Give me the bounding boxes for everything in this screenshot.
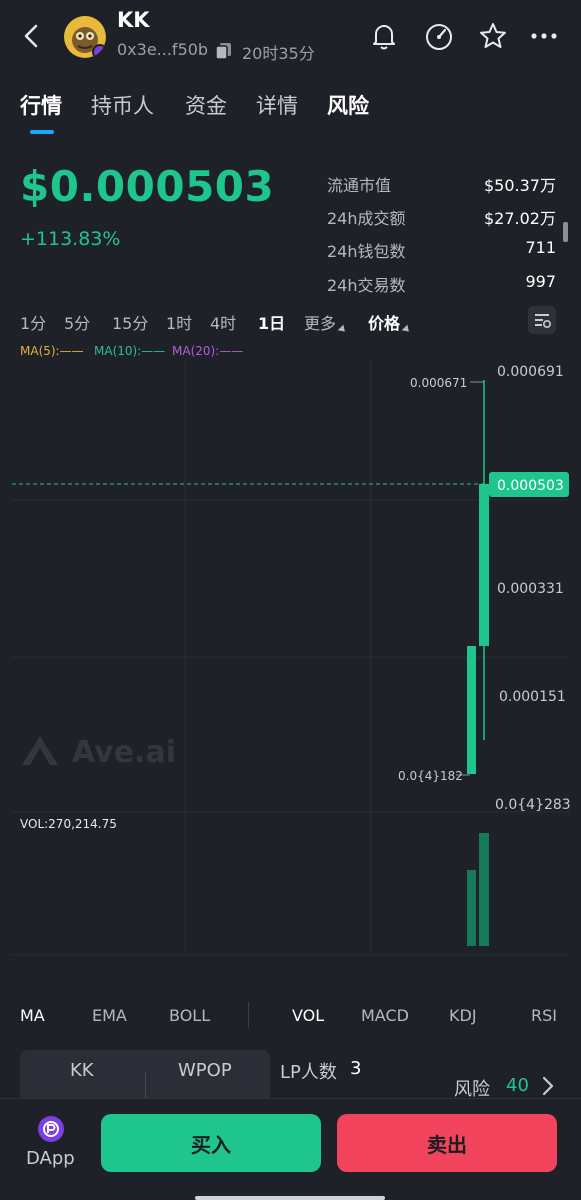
token-avatar	[64, 16, 106, 58]
star-icon[interactable]	[477, 20, 509, 52]
volume-label: VOL:270,214.75	[20, 817, 117, 831]
home-indicator	[195, 1196, 385, 1200]
indicator-rsi[interactable]: RSI	[531, 1006, 557, 1025]
pair-right-name: WPOP	[178, 1060, 232, 1081]
buy-button[interactable]: 买入	[101, 1114, 321, 1172]
interval-more-dropdown[interactable]: 更多	[304, 310, 348, 335]
token-age: 20时35分	[242, 44, 315, 63]
ma20-legend: MA(20):——	[172, 344, 244, 358]
low-label: 0.0{4}182	[398, 769, 463, 783]
indicator-ema[interactable]: EMA	[92, 1006, 127, 1025]
interval-15m[interactable]: 15分	[112, 310, 148, 334]
interval-1d[interactable]: 1日	[258, 310, 285, 334]
stat-value-volume: $27.02万	[484, 209, 556, 228]
more-icon[interactable]	[528, 20, 560, 52]
tab-holders[interactable]: 持币人	[91, 90, 154, 120]
token-name: KK	[117, 8, 150, 32]
bell-icon[interactable]	[368, 20, 400, 52]
price-change: +113.83%	[20, 228, 121, 250]
stat-label-wallets: 24h钱包数	[327, 242, 406, 261]
current-price-tag-label: 0.000503	[497, 478, 564, 494]
price-mode-dropdown[interactable]: 价格	[368, 310, 412, 335]
indicator-boll[interactable]: BOLL	[169, 1006, 210, 1025]
indicator-macd[interactable]: MACD	[361, 1006, 409, 1025]
candle-1-body	[467, 646, 476, 774]
sell-button[interactable]: 卖出	[337, 1114, 557, 1172]
lp-holders-value: 3	[350, 1058, 362, 1079]
indicator-divider	[248, 1002, 249, 1028]
watermark-text: Ave.ai	[72, 735, 176, 770]
y-axis-label-top: 0.000691	[497, 364, 564, 380]
interval-1m[interactable]: 1分	[20, 310, 46, 334]
gauge-icon[interactable]	[423, 20, 455, 52]
stat-label-trades: 24h交易数	[327, 276, 406, 295]
stat-label-volume: 24h成交额	[327, 209, 406, 228]
token-address: 0x3e...f50b	[117, 40, 209, 59]
chain-badge-icon	[92, 44, 106, 58]
watermark-logo: Ave.ai	[22, 735, 176, 770]
stat-value-wallets: 711	[525, 238, 556, 257]
ma5-legend: MA(5):——	[20, 344, 84, 358]
chart-settings-icon	[535, 314, 552, 329]
high-label: 0.000671	[410, 376, 467, 390]
dropdown-triangle-icon	[337, 324, 348, 335]
interval-1h[interactable]: 1时	[166, 310, 192, 334]
active-tab-indicator	[30, 130, 54, 134]
copy-icon[interactable]	[214, 41, 234, 61]
tab-market[interactable]: 行情	[20, 90, 62, 120]
current-price: $0.000503	[20, 162, 275, 211]
stat-value-market-cap: $50.37万	[484, 176, 556, 195]
ma10-legend: MA(10):——	[94, 344, 166, 358]
candle-2-body	[479, 484, 489, 646]
dropdown-triangle-icon	[401, 324, 412, 335]
dapp-label[interactable]: DApp	[26, 1148, 75, 1169]
tab-funds[interactable]: 资金	[185, 90, 227, 120]
scrollbar[interactable]	[563, 222, 568, 242]
indicator-ma[interactable]: MA	[20, 1006, 45, 1025]
y-axis-label-bottom: 0.0{4}283	[495, 797, 571, 813]
risk-score[interactable]: 40	[506, 1075, 529, 1096]
pair-left-name: KK	[70, 1060, 94, 1081]
lp-holders-label: LP人数	[280, 1062, 337, 1083]
tab-risk[interactable]: 风险	[327, 90, 369, 120]
interval-5m[interactable]: 5分	[64, 310, 90, 334]
y-axis-label-mid: 0.000331	[497, 581, 564, 597]
indicator-kdj[interactable]: KDJ	[449, 1006, 477, 1025]
candles	[467, 380, 489, 774]
chevron-right-icon[interactable]	[540, 1074, 556, 1098]
interval-4h[interactable]: 4时	[210, 310, 236, 334]
candlestick-chart[interactable]: Ave.ai 0.000671 0.0{4}182 0.000691 0.000…	[0, 360, 581, 960]
tab-details[interactable]: 详情	[256, 90, 298, 120]
interval-more-label: 更多	[304, 314, 337, 333]
y-axis-label-low: 0.000151	[499, 689, 566, 705]
dapp-icon[interactable]	[38, 1116, 64, 1142]
volume-bar-1	[467, 870, 476, 946]
volume-bar-2	[479, 833, 489, 946]
indicator-vol[interactable]: VOL	[292, 1006, 324, 1025]
price-mode-label: 价格	[368, 314, 401, 333]
volume-bars	[467, 833, 489, 946]
chart-settings-button[interactable]	[528, 306, 556, 334]
back-arrow-icon[interactable]	[18, 22, 46, 50]
stat-label-market-cap: 流通市值	[327, 176, 392, 195]
stat-value-trades: 997	[525, 272, 556, 291]
